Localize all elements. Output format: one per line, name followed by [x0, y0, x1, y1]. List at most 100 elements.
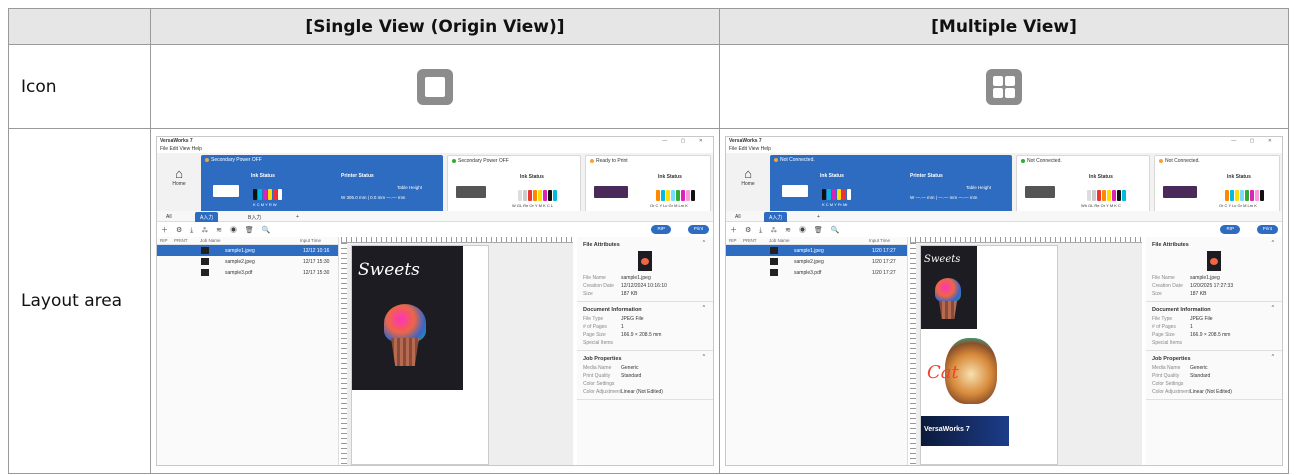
attr-row: File Name sample1.jpeg [1152, 275, 1276, 283]
printer-card-2[interactable]: Secondary Power OFF Ink Status W GL Re O… [447, 155, 581, 213]
header-single-view: [Single View (Origin View)] [150, 8, 720, 45]
section-title: File Attributes [1152, 242, 1189, 248]
job-row[interactable]: sample1.jpeg 1/20 17:27 [726, 245, 907, 256]
job-toolbar[interactable]: ＋ ⚙ ⤓ ⁂ ≋ ◉ 🗑 🔍 [730, 225, 842, 235]
ink-status-label: Ink Status [658, 174, 682, 180]
menu-bar[interactable]: File Edit View Help [157, 146, 713, 153]
attr-row: Color Settings [1152, 381, 1276, 389]
home-button[interactable]: ⌂ Home [167, 166, 191, 188]
tab-3[interactable]: + [291, 212, 304, 222]
job-name: sample1.jpeg [794, 248, 824, 254]
job-row[interactable]: sample2.jpeg 1/20 17:27 [726, 256, 907, 267]
rip-label: RIP [1226, 226, 1234, 231]
layout-preview[interactable]: Sweets [341, 237, 573, 465]
job-list-header: RIP PRINT Job Name Input Time [726, 237, 907, 245]
tab-2[interactable]: + [812, 212, 825, 222]
home-button[interactable]: ⌂ Home [736, 166, 760, 188]
home-icon: ⌂ [744, 166, 752, 181]
artwork-sweets[interactable]: Sweets [352, 246, 463, 390]
section-title: Job Properties [1152, 356, 1191, 362]
attr-key: File Type [1152, 316, 1173, 322]
attr-key: Page Size [1152, 332, 1175, 338]
window-controls[interactable]: — ▢ ✕ [1231, 138, 1278, 144]
chevron-up-icon[interactable]: ^ [703, 305, 705, 311]
artwork-sweets[interactable]: Sweets [921, 246, 977, 329]
job-time: 12/12 10:16 [303, 248, 330, 254]
job-column-header: PRINT [174, 238, 188, 243]
chevron-up-icon[interactable]: ^ [1272, 240, 1274, 246]
window-controls[interactable]: — ▢ ✕ [662, 138, 709, 144]
chevron-up-icon[interactable]: ^ [703, 240, 705, 246]
comparison-table: [Single View (Origin View)] [Multiple Vi… [8, 8, 1289, 474]
printer-card-2[interactable]: Not Connected. Ink Status Wh GL Re Or Y … [1016, 155, 1150, 213]
artwork-text: Sweets [358, 260, 420, 280]
ink-status-label: Ink Status [520, 174, 544, 180]
cupcake-image [935, 278, 961, 302]
print-button[interactable]: Print [687, 225, 709, 234]
chevron-up-icon[interactable]: ^ [1272, 354, 1274, 360]
header-multiple-view: [Multiple View] [719, 8, 1289, 45]
chevron-up-icon[interactable]: ^ [1272, 305, 1274, 311]
attr-key: File Name [1152, 275, 1175, 281]
printer-image [594, 186, 628, 198]
attr-key: File Name [583, 275, 606, 281]
section-title: Document Information [1152, 307, 1211, 313]
attr-row: Creation Date 12/12/2024 10:16:10 [583, 283, 707, 291]
rip-button[interactable]: RIP [651, 225, 671, 234]
tab-1[interactable]: A入力 [764, 212, 788, 222]
chevron-up-icon[interactable]: ^ [703, 354, 705, 360]
job-row[interactable]: sample3.pdf 1/20 17:27 [726, 267, 907, 278]
job-name: sample3.pdf [225, 270, 253, 276]
card-status: Not Connected. [1165, 158, 1200, 164]
cupcake-base [939, 301, 957, 319]
layout-preview[interactable]: Sweets Cat VersaWorks 7 [910, 237, 1142, 465]
printer-panel: ⌂ Home Not Connected. Ink Status Printer … [726, 153, 1282, 216]
job-row[interactable]: sample1.jpeg 12/12 10:16 [157, 245, 338, 256]
queue-tabs: All A入力 + [726, 211, 1282, 222]
header-corner [8, 8, 151, 45]
tab-1[interactable]: A入力 [195, 212, 219, 222]
tab-0[interactable]: All [161, 212, 177, 222]
job-column-header: PRINT [743, 238, 757, 243]
attr-key: Creation Date [1152, 283, 1183, 289]
attr-row: Special Items [583, 340, 707, 348]
cupcake-base [391, 338, 419, 366]
artwork-cat[interactable]: Cat [921, 332, 1001, 412]
attr-value: 1/20/2025 17:27:33 [1190, 283, 1234, 289]
ink-letters: Or C Y Lc Gr M Lm K [1219, 203, 1257, 208]
printer-card-1[interactable]: Not Connected. Ink Status Printer Status… [770, 155, 1012, 213]
status-dot [590, 158, 594, 163]
attr-row: Color Adjustment Linear (Not Edited) [583, 389, 707, 397]
ink-levels [518, 190, 558, 203]
job-row[interactable]: sample3.pdf 12/17 15:30 [157, 267, 338, 278]
artwork-text: Sweets [924, 254, 961, 265]
attr-value: JPEG File [621, 316, 644, 322]
attr-section-doc: Document Information ^ File Type JPEG File #… [1146, 302, 1282, 351]
job-row[interactable]: sample2.jpeg 12/17 15:30 [157, 256, 338, 267]
attr-value: 166.9 × 208.5 mm [621, 332, 662, 338]
menu-bar[interactable]: File Edit View Help [726, 146, 1282, 153]
job-name: sample2.jpeg [225, 259, 255, 265]
artwork-versaworks[interactable]: VersaWorks 7 [921, 416, 1009, 446]
printer-card-3[interactable]: Ready to Print Ink Status Or C Y Lc Gr M… [585, 155, 711, 213]
attr-value: Standard [1190, 373, 1211, 379]
tab-2[interactable]: B入力 [243, 212, 266, 222]
job-name: sample2.jpeg [794, 259, 824, 265]
tab-0[interactable]: All [730, 212, 746, 222]
job-time: 1/20 17:27 [872, 248, 896, 254]
card-status: Ready to Print [596, 158, 628, 164]
status-dot [1159, 158, 1163, 163]
attr-value: JPEG File [1190, 316, 1213, 322]
job-thumbnail [201, 258, 209, 265]
attr-key: Page Size [583, 332, 606, 338]
printer-card-3[interactable]: Not Connected. Ink Status Or C Y Lc Gr M… [1154, 155, 1280, 213]
job-time: 12/17 15:30 [303, 270, 330, 276]
rip-button[interactable]: RIP [1220, 225, 1240, 234]
card-status: Secondary Power OFF [211, 157, 262, 163]
printer-card-1[interactable]: Secondary Power OFF Ink Status Printer S… [201, 155, 443, 213]
print-button[interactable]: Print [1256, 225, 1278, 234]
job-list-header: RIP PRINT Job Name Input Time [157, 237, 338, 245]
ink-status-label: Ink Status [820, 173, 844, 179]
home-icon: ⌂ [175, 166, 183, 181]
job-toolbar[interactable]: ＋ ⚙ ⤓ ⁂ ≋ ◉ 🗑 🔍 [161, 225, 273, 235]
